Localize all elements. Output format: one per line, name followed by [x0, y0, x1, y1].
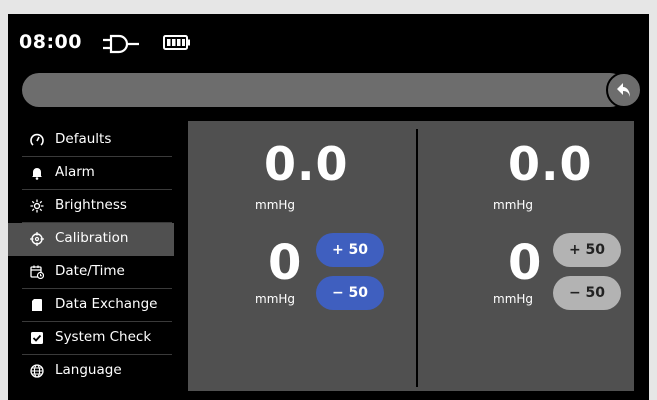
menu-item-label: Data Exchange	[55, 296, 158, 312]
title-bar	[22, 73, 627, 107]
sun-icon	[30, 199, 44, 213]
sd-card-icon	[32, 299, 42, 311]
left-minus-50-button[interactable]: − 50	[316, 276, 384, 310]
right-pressure-reading: 0.0	[508, 137, 593, 191]
clock-time: 08:00	[19, 31, 82, 53]
bell-icon	[32, 168, 42, 180]
gauge-icon	[30, 133, 44, 146]
calibration-panel: 0.0 mmHg 0 mmHg + 50 − 50 0.0 mmHg 0 mmH…	[188, 121, 634, 391]
menu-item-system-check[interactable]: System Check	[22, 322, 172, 355]
left-reading-unit: mmHg	[255, 198, 296, 212]
left-pressure-reading: 0.0	[264, 137, 349, 191]
menu-item-label: Brightness	[55, 197, 127, 213]
menu-item-label: Defaults	[55, 131, 112, 147]
left-offset-value: 0	[268, 235, 302, 291]
battery-full-icon	[163, 35, 190, 50]
crosshair-icon	[30, 232, 44, 246]
menu-item-alarm[interactable]: Alarm	[22, 157, 172, 190]
menu-item-brightness[interactable]: Brightness	[22, 190, 172, 223]
menu-item-language[interactable]: Language	[22, 355, 172, 388]
status-bar: 08:00	[8, 14, 649, 68]
menu-item-label: Language	[55, 362, 122, 378]
right-offset-value: 0	[508, 235, 542, 291]
back-arrow-icon	[617, 83, 630, 97]
left-offset-unit: mmHg	[255, 292, 296, 306]
menu-item-date-time[interactable]: Date/Time	[22, 256, 172, 289]
channel-divider	[416, 129, 418, 387]
power-plug-icon	[103, 34, 139, 54]
calendar-clock-icon	[30, 265, 44, 279]
menu-item-defaults[interactable]: Defaults	[22, 124, 172, 157]
back-button[interactable]	[606, 72, 642, 108]
device-screen: 08:00 Defaults Alarm Brightness Calibrat…	[8, 14, 649, 400]
right-minus-50-button[interactable]: − 50	[553, 276, 621, 310]
menu-item-label: System Check	[55, 329, 152, 345]
settings-menu: Defaults Alarm Brightness Calibration Da…	[8, 124, 174, 388]
checkbox-icon	[31, 332, 43, 344]
menu-item-label: Date/Time	[55, 263, 125, 279]
menu-item-label: Calibration	[55, 230, 129, 246]
globe-icon	[30, 364, 44, 378]
menu-item-data-exchange[interactable]: Data Exchange	[22, 289, 172, 322]
left-plus-50-button[interactable]: + 50	[316, 233, 384, 267]
menu-item-calibration[interactable]: Calibration	[8, 223, 174, 256]
menu-item-label: Alarm	[55, 164, 95, 180]
right-reading-unit: mmHg	[493, 198, 534, 212]
right-plus-50-button[interactable]: + 50	[553, 233, 621, 267]
right-offset-unit: mmHg	[493, 292, 534, 306]
